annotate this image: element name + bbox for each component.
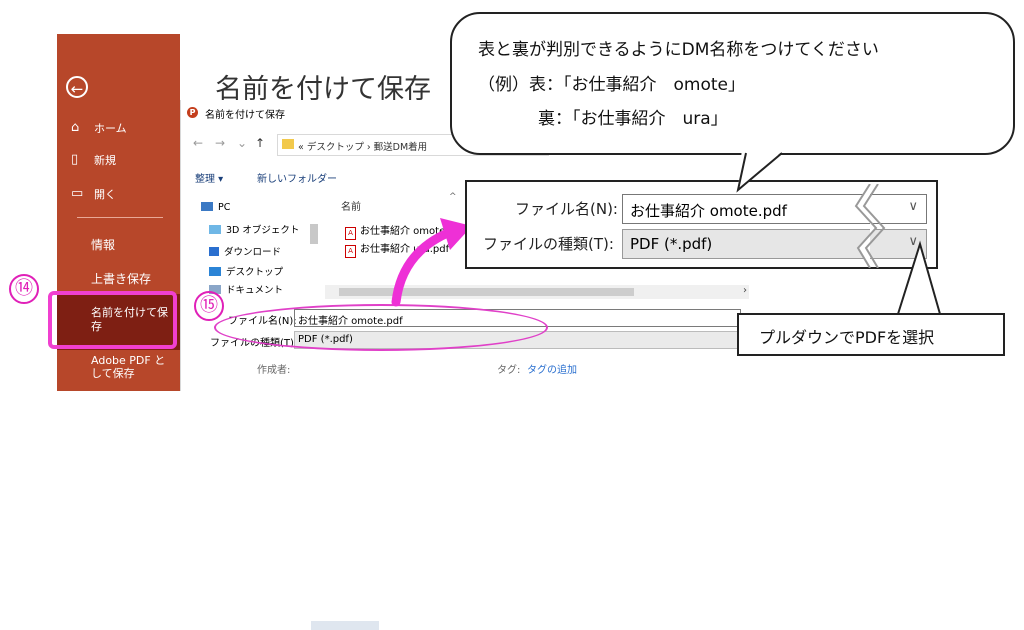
nav-pane-scrollbar[interactable] — [309, 196, 319, 292]
nav-item-label: 3D オブジェクト — [226, 225, 300, 236]
step-15-marker: ⑮ — [194, 291, 224, 321]
note-tail — [896, 240, 942, 315]
back-arrow-icon[interactable]: ← — [66, 76, 88, 98]
instruction-line-3: 裏：「お仕事紹介 ura」 — [538, 109, 728, 129]
zoomed-form-panel: ファイル名(N): お仕事紹介 omote.pdf ∨ ファイルの種類(T): … — [465, 180, 938, 269]
folder-open-icon: ▭ — [71, 186, 84, 201]
backstage-open-label: 開く — [94, 188, 116, 201]
chevron-down-icon: ∨ — [908, 199, 918, 214]
folder-icon — [282, 139, 294, 149]
pdf-icon: A — [345, 227, 356, 240]
zoom-file-type-value: PDF (*.pdf) — [630, 235, 713, 253]
nav-item-downloads[interactable]: ダウンロード — [209, 244, 281, 258]
pc-icon — [201, 202, 213, 211]
step-14-marker: ⑭ — [9, 274, 39, 304]
metadata-row: 作成者: タグ: タグの追加 — [181, 358, 749, 630]
backstage-info-label: 情報 — [91, 238, 116, 252]
add-tag-link[interactable]: タグの追加 — [527, 361, 577, 376]
desktop-icon — [209, 267, 221, 276]
new-folder-button[interactable]: 新しいフォルダー — [257, 170, 337, 185]
backstage-home-label: ホーム — [94, 122, 127, 135]
nav-item-documents[interactable]: ドキュメント — [209, 282, 283, 296]
bubble-tail — [736, 150, 784, 193]
zoom-file-name-label: ファイル名(N): — [515, 200, 618, 218]
zoom-file-name-value: お仕事紹介 omote.pdf — [630, 202, 787, 220]
scrollbar-thumb[interactable] — [310, 224, 318, 244]
address-path: « デスクトップ › 郵送DM着用 — [298, 142, 428, 153]
download-icon — [209, 247, 219, 256]
backstage-new-label: 新規 — [94, 154, 116, 167]
tags-label: タグ: — [497, 365, 521, 376]
up-arrow-icon[interactable]: ↑ — [255, 136, 265, 150]
instruction-line-1: 表と裏が判別できるようにDM名称をつけてください — [478, 40, 879, 60]
pdf-icon: A — [345, 245, 356, 258]
file-name-highlight — [214, 304, 548, 351]
column-header-name[interactable]: 名前 — [341, 198, 361, 213]
sort-arrow-icon: ^ — [449, 192, 457, 202]
recent-dropdown-icon[interactable]: ⌄ — [237, 136, 247, 150]
back-icon[interactable]: ← — [193, 136, 203, 150]
nav-item-label: PC — [218, 202, 231, 213]
instruction-line-2: （例）表：「お仕事紹介 omote」 — [478, 75, 745, 95]
cut-line-icon — [854, 184, 886, 268]
instruction-bubble: 表と裏が判別できるようにDM名称をつけてください （例）表：「お仕事紹介 omo… — [450, 12, 1015, 155]
author-label: 作成者: — [257, 365, 291, 376]
nav-item-label: デスクトップ — [226, 267, 284, 278]
nav-item-3d-objects[interactable]: 3D オブジェクト — [209, 222, 299, 236]
dropdown-note: プルダウンでPDFを選択 — [737, 313, 1005, 356]
backstage-overwrite-label: 上書き保存 — [91, 272, 152, 286]
dialog-title: 名前を付けて保存 — [205, 110, 285, 121]
save-as-highlight — [48, 291, 177, 349]
nav-item-pc[interactable]: PC — [201, 202, 230, 213]
powerpoint-icon: P — [187, 107, 198, 118]
forward-icon[interactable]: → — [215, 136, 225, 150]
dropdown-note-text: プルダウンでPDFを選択 — [759, 328, 935, 347]
new-document-icon: ▯ — [71, 152, 79, 167]
nav-item-label: ドキュメント — [226, 285, 284, 296]
home-icon: ⌂ — [71, 120, 80, 135]
backstage-separator — [77, 217, 163, 218]
nav-item-label: ダウンロード — [224, 247, 282, 258]
author-value-redacted — [311, 621, 379, 630]
scroll-right-icon[interactable]: › — [743, 285, 747, 296]
organize-button[interactable]: 整理 ▾ — [195, 170, 223, 185]
navigation-pane: PC 3D オブジェクト ダウンロード デスクトップ ドキュメント — [195, 196, 325, 296]
backstage-adobe-pdf-label: Adobe PDF として保存 — [91, 354, 166, 380]
zoom-file-type-label: ファイルの種類(T): — [483, 235, 614, 253]
cube-icon — [209, 225, 221, 234]
nav-item-desktop[interactable]: デスクトップ — [209, 264, 283, 278]
